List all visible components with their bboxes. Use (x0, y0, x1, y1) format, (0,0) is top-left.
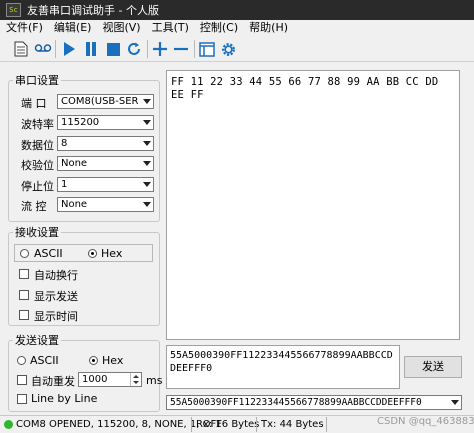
menu-edit[interactable]: 编辑(E) (48, 20, 97, 36)
serial-settings-title: 串口设置 (15, 74, 59, 87)
status-divider (191, 417, 192, 432)
interval-unit-label: ms (146, 374, 163, 387)
receive-textarea[interactable]: FF 11 22 33 44 55 66 77 88 99 AA BB CC D… (166, 70, 460, 340)
send-settings-title: 发送设置 (15, 334, 59, 347)
flow-label: 流 控 (21, 200, 47, 213)
new-document-icon[interactable] (12, 40, 30, 58)
send-button[interactable]: 发送 (404, 356, 462, 378)
flow-select-value: None (61, 199, 88, 210)
parity-select[interactable]: None (57, 156, 154, 171)
refresh-icon[interactable] (125, 40, 143, 58)
connection-led-icon (4, 420, 13, 429)
menu-file[interactable]: 文件(F) (0, 20, 48, 36)
receive-ascii-label: ASCII (34, 247, 63, 260)
resend-interval-spinner[interactable]: 1000 (78, 372, 142, 387)
send-ascii-radio[interactable] (17, 356, 26, 365)
receive-settings-title: 接收设置 (15, 226, 59, 239)
databits-select-value: 8 (61, 138, 68, 149)
status-divider (326, 417, 327, 432)
menu-help[interactable]: 帮助(H) (243, 20, 293, 36)
tx-count: Tx: 44 Bytes (261, 419, 324, 430)
line-by-line-checkbox[interactable] (17, 394, 27, 404)
port-select[interactable]: COM8(USB-SERIA (57, 94, 154, 109)
port-select-value: COM8(USB-SERIA (61, 96, 138, 107)
parity-label: 校验位 (21, 159, 54, 172)
chevron-down-icon (140, 95, 153, 108)
toolbar (0, 37, 474, 62)
menu-control[interactable]: 控制(C) (194, 20, 243, 36)
play-icon[interactable] (60, 40, 78, 58)
send-ascii-label: ASCII (30, 354, 59, 367)
chevron-down-icon (140, 137, 153, 150)
show-time-checkbox[interactable] (19, 310, 29, 320)
status-divider (256, 417, 257, 432)
toolbar-separator (55, 40, 56, 58)
chevron-down-icon (448, 396, 461, 409)
send-hex-radio[interactable] (89, 356, 98, 365)
port-label: 端 口 (21, 97, 47, 110)
send-textarea[interactable]: 55A5000390FF112233445566778899AABBCCDDEE… (166, 345, 400, 389)
rx-count: Rx: 16 Bytes (196, 419, 260, 430)
app-icon: Sc (6, 3, 21, 17)
parity-select-value: None (61, 158, 88, 169)
show-time-label: 显示时间 (34, 310, 78, 323)
chevron-down-icon (140, 116, 153, 129)
auto-resend-label: 自动重发 (31, 375, 75, 388)
settings-gear-icon[interactable] (219, 40, 237, 58)
auto-newline-checkbox[interactable] (19, 269, 29, 279)
stopbits-label: 停止位 (21, 180, 54, 193)
chevron-down-icon (140, 178, 153, 191)
send-hex-label: Hex (102, 354, 124, 367)
show-send-label: 显示发送 (34, 290, 78, 303)
pause-icon[interactable] (82, 40, 100, 58)
add-icon[interactable] (151, 40, 169, 58)
resend-interval-value: 1000 (82, 374, 108, 385)
auto-newline-label: 自动换行 (34, 269, 78, 282)
stopbits-select-value: 1 (61, 179, 68, 190)
send-text: 55A5000390FF112233445566778899AABBCCDDEE… (170, 350, 393, 374)
flow-select[interactable]: None (57, 197, 154, 212)
receive-settings-group: 接收设置 (8, 224, 160, 326)
send-history-value: 55A5000390FF112233445566778899AABBCCDDEE… (170, 397, 422, 408)
remove-icon[interactable] (172, 40, 190, 58)
send-history-select[interactable]: 55A5000390FF112233445566778899AABBCCDDEE… (166, 395, 462, 410)
receive-ascii-radio[interactable] (20, 249, 29, 258)
menu-tools[interactable]: 工具(T) (146, 20, 194, 36)
spinner-arrows-icon[interactable] (130, 373, 141, 386)
databits-select[interactable]: 8 (57, 136, 154, 151)
watermark: CSDN @qq_46388370 (377, 416, 474, 427)
auto-resend-checkbox[interactable] (17, 375, 27, 385)
baud-select-value: 115200 (61, 117, 100, 128)
show-send-checkbox[interactable] (19, 290, 29, 300)
record-icon[interactable] (34, 40, 52, 58)
stopbits-select[interactable]: 1 (57, 177, 154, 192)
baud-label: 波特率 (21, 118, 54, 131)
chevron-down-icon (140, 198, 153, 211)
chevron-down-icon (140, 157, 153, 170)
menu-bar: 文件(F) 编辑(E) 视图(V) 工具(T) 控制(C) 帮助(H) (0, 20, 474, 36)
toolbar-separator (147, 40, 148, 58)
receive-text: FF 11 22 33 44 55 66 77 88 99 AA BB CC D… (171, 76, 439, 101)
receive-hex-label: Hex (101, 247, 123, 260)
toolbar-separator (194, 40, 195, 58)
baud-select[interactable]: 115200 (57, 115, 154, 130)
window-title: 友善串口调试助手 - 个人版 (27, 4, 159, 17)
window-icon[interactable] (198, 40, 216, 58)
menu-view[interactable]: 视图(V) (96, 20, 145, 36)
receive-hex-radio[interactable] (88, 249, 97, 258)
databits-label: 数据位 (21, 139, 54, 152)
stop-icon[interactable] (104, 40, 122, 58)
title-bar: Sc 友善串口调试助手 - 个人版 (0, 0, 474, 20)
line-by-line-label: Line by Line (31, 392, 98, 405)
